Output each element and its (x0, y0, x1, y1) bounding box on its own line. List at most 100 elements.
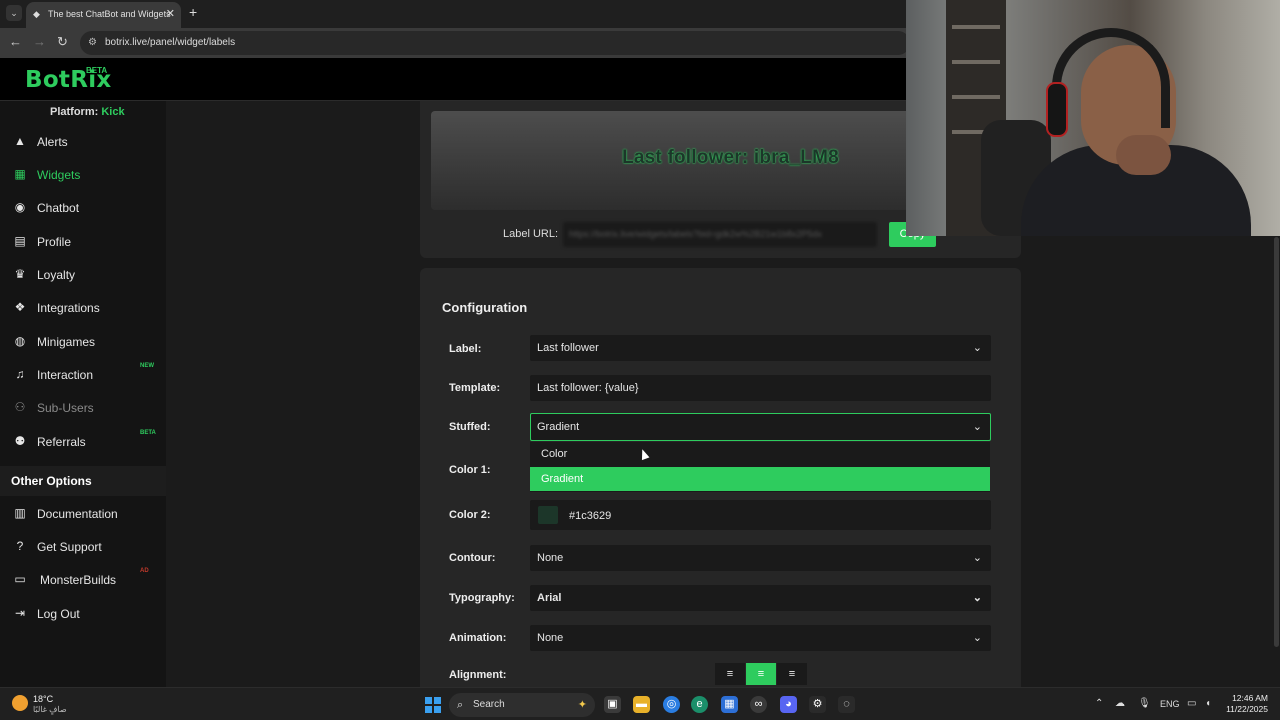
discord-icon[interactable]: ◕ (780, 696, 797, 713)
chevron-down-icon[interactable]: ⌄ (6, 5, 22, 21)
label-field-label: Label: (449, 343, 482, 355)
language-indicator[interactable]: ENG (1160, 699, 1180, 709)
beta-badge: BETA (140, 430, 156, 436)
copilot-sparkle-icon: ✦ (577, 699, 587, 711)
webcam-overlay (906, 0, 1280, 236)
label-select[interactable]: Last follower ⌄ (530, 335, 991, 361)
typography-field-label: Typography: (449, 592, 515, 604)
sidebar-item-sub-users[interactable]: ⚇ Sub-Users (0, 393, 166, 423)
stuffed-option-color[interactable]: Color (530, 442, 990, 466)
align-center-icon[interactable]: ≡ (746, 663, 776, 685)
users-icon: ⚇ (14, 400, 26, 414)
stuffed-field-label: Stuffed: (449, 421, 491, 433)
label-url-label: Label URL: (503, 228, 559, 240)
stuffed-option-gradient[interactable]: Gradient (530, 467, 990, 491)
sidebar-item-loyalty[interactable]: ♛ Loyalty (0, 260, 166, 290)
page-scrollbar[interactable] (1274, 237, 1279, 647)
sidebar-item-log-out[interactable]: ⇥ Log Out (0, 599, 166, 629)
windows-start-icon[interactable] (425, 697, 441, 713)
platform-indicator: Platform: Kick (50, 106, 125, 118)
close-icon[interactable]: ✕ (166, 2, 175, 26)
browser-tab[interactable]: ◆ The best ChatBot and Widgets ✕ (26, 2, 181, 28)
sidebar-item-label: Get Support (37, 540, 102, 554)
sidebar-item-profile[interactable]: ▤ Profile (0, 227, 166, 257)
platform-value: Kick (101, 106, 125, 118)
task-view-icon[interactable]: ▣ (604, 696, 621, 713)
file-explorer-icon[interactable]: ▬ (633, 696, 650, 713)
label-url-field[interactable]: https://botrix.live/widgets/labels?bid=g… (563, 222, 877, 247)
edge-icon[interactable]: e (691, 696, 708, 713)
system-clock[interactable]: 12:46 AM 11/22/2025 (1226, 693, 1268, 715)
new-tab-button[interactable]: + (189, 4, 197, 20)
store-icon[interactable]: ▦ (721, 696, 738, 713)
animation-field-label: Animation: (449, 632, 507, 644)
sidebar-item-interaction[interactable]: ♫ Interaction NEW (0, 360, 166, 390)
align-left-icon[interactable]: ≡ (715, 663, 745, 685)
alignment-buttons: ≡ ≡ ≡ (715, 663, 811, 685)
back-arrow-icon[interactable]: ← (9, 34, 22, 49)
sidebar-item-minigames[interactable]: ◍ Minigames (0, 327, 166, 357)
template-input[interactable]: Last follower: {value} (530, 375, 991, 401)
sidebar-item-documentation[interactable]: ▥ Documentation (0, 499, 166, 529)
taskbar-search[interactable]: ⌕ Search ✦ (449, 693, 595, 717)
animation-select[interactable]: None ⌄ (530, 625, 991, 651)
grid-icon: ▦ (14, 167, 26, 181)
forward-arrow-icon[interactable]: → (33, 34, 46, 49)
cloud-icon[interactable]: ☁ (1115, 698, 1125, 709)
weather-description: صافٍ غالبًا (33, 705, 67, 714)
sidebar-item-alerts[interactable]: ▲ Alerts (0, 127, 166, 157)
sidebar-item-label: Profile (37, 235, 72, 249)
reload-icon[interactable]: ↻ (57, 34, 68, 50)
music-icon: ♫ (15, 367, 25, 381)
obs-icon[interactable]: ◌ (838, 696, 855, 713)
typography-select[interactable]: Arial ⌄ (530, 585, 991, 611)
typography-select-value: Arial (537, 592, 562, 604)
sidebar-item-label: Referrals (37, 435, 86, 449)
weather-icon[interactable] (12, 695, 28, 711)
clock-date: 11/22/2025 (1226, 704, 1268, 714)
address-bar[interactable]: ⚙ botrix.live/panel/widget/labels (80, 31, 910, 55)
color-1-field-label: Color 1: (449, 464, 491, 476)
warning-icon: ▲ (14, 134, 26, 148)
cubes-icon: ❖ (14, 300, 26, 314)
sidebar-item-label: Documentation (37, 507, 118, 521)
headphone-cup (1046, 82, 1068, 137)
sidebar-item-chatbot[interactable]: ◉ Chatbot (0, 193, 166, 223)
template-field-label: Template: (449, 382, 501, 394)
sidebar-item-label: Alerts (37, 135, 68, 149)
contour-select-value: None (537, 552, 564, 564)
gamepad-icon: ◍ (14, 334, 26, 348)
contour-select[interactable]: None ⌄ (530, 545, 991, 571)
microphone-icon[interactable]: 🎙 (1138, 698, 1151, 709)
logo-beta-badge: BETA (86, 66, 108, 75)
windows-taskbar: 18°C صافٍ غالبًا ⌕ Search ✦ ▣ ▬ ◎ e ▦ ∞ … (0, 687, 1280, 720)
alignment-field-label: Alignment: (449, 669, 507, 681)
clock-time: 12:46 AM (1232, 693, 1268, 703)
settings-icon[interactable]: ⚙ (809, 696, 826, 713)
align-right-icon[interactable]: ≡ (777, 663, 807, 685)
network-icon[interactable]: ▭ (1187, 698, 1196, 709)
app-icon[interactable]: ∞ (750, 696, 767, 713)
tray-overflow-icon[interactable]: ⌃ (1095, 698, 1103, 709)
sidebar-item-label: Chatbot (37, 201, 80, 215)
contour-field-label: Contour: (449, 552, 496, 564)
sidebar-item-referrals[interactable]: ⚉ Referrals BETA (0, 427, 166, 457)
chrome-icon[interactable]: ◎ (663, 696, 680, 713)
stuffed-select[interactable]: Gradient ⌄ (530, 413, 991, 441)
color-2-swatch[interactable] (538, 506, 558, 524)
template-input-value: Last follower: {value} (537, 382, 639, 394)
sidebar-item-label: MonsterBuilds (40, 573, 117, 587)
laptop-icon: ▭ (14, 572, 26, 586)
sidebar-item-widgets[interactable]: ▦ Widgets (0, 160, 166, 190)
color-2-hex: #1c3629 (569, 510, 612, 522)
site-settings-icon[interactable]: ⚙ (88, 31, 97, 55)
sidebar-item-integrations[interactable]: ❖ Integrations (0, 293, 166, 323)
sidebar-item-label: Log Out (37, 607, 80, 621)
color-2-picker[interactable]: #1c3629 (530, 500, 991, 530)
sidebar-item-get-support[interactable]: ? Get Support (0, 532, 166, 562)
question-icon: ? (16, 539, 24, 553)
sidebar-item-monsterbuilds[interactable]: ▭ MonsterBuilds AD (0, 565, 166, 595)
taskbar-search-label: Search (473, 699, 505, 710)
stuffed-select-value: Gradient (537, 421, 580, 433)
volume-icon[interactable]: ◖ (1205, 698, 1211, 709)
